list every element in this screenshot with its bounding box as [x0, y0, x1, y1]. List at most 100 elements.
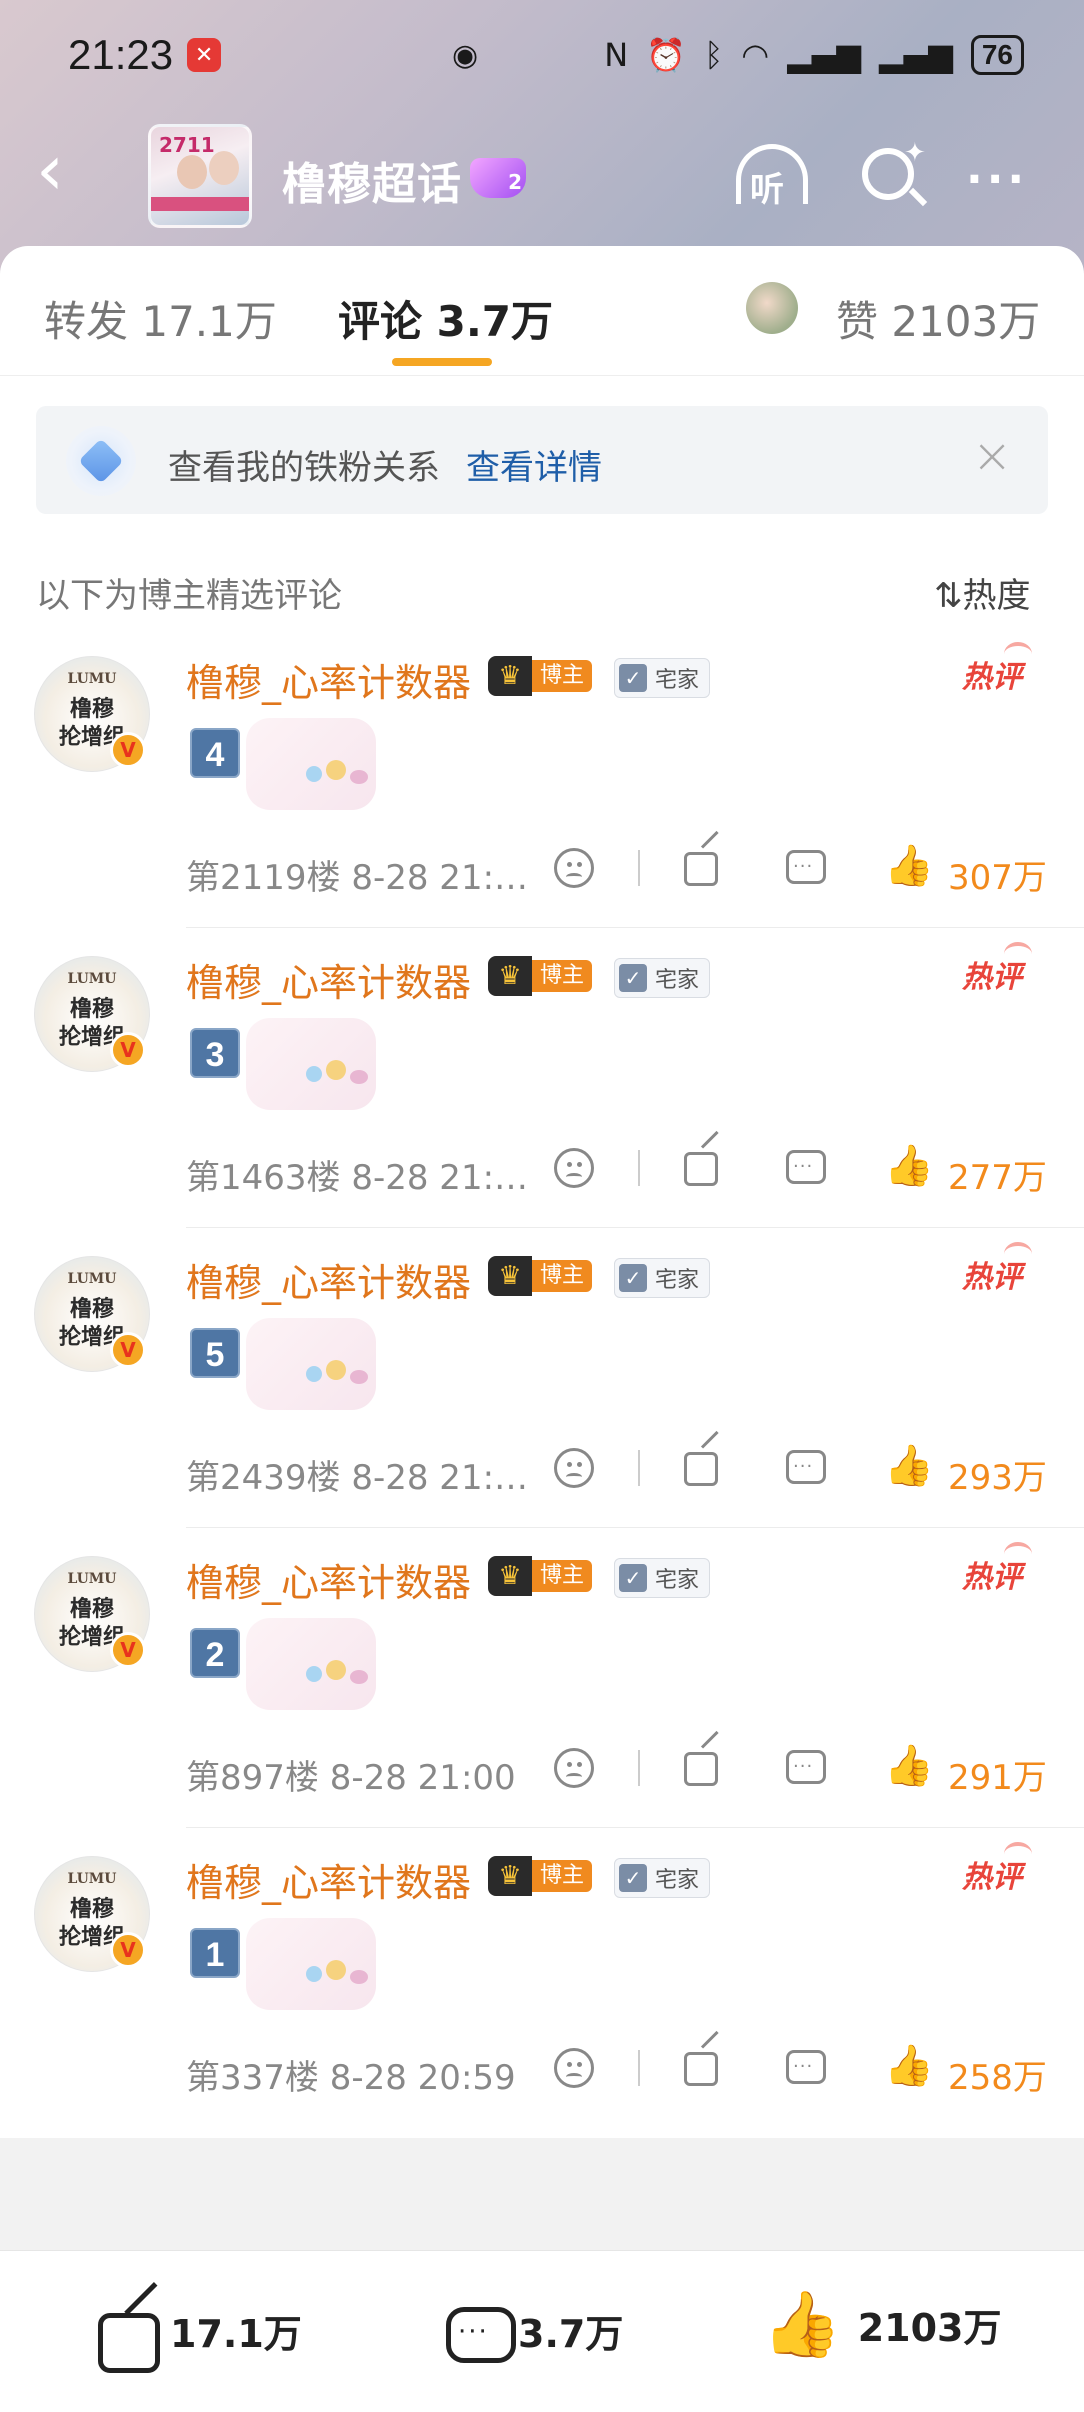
share-arrow	[700, 830, 719, 849]
sticker-image	[246, 1618, 376, 1710]
like-count[interactable]: 307万	[948, 850, 1047, 899]
like-icon[interactable]: 👍	[884, 1442, 934, 1489]
topic-thumbnail[interactable]: 2711	[148, 124, 252, 228]
thumb-band	[151, 197, 249, 211]
diamond-shape	[78, 438, 124, 484]
share-box	[684, 1452, 718, 1486]
sort-label: 热度	[962, 576, 1031, 616]
face-mouth	[566, 1773, 582, 1781]
comment-meta: 第2119楼 8-28 21:…	[186, 858, 529, 898]
topic-title[interactable]: 橹穆超话	[282, 148, 462, 212]
fan-relation-banner[interactable]: 查看我的铁粉关系 查看详情 ×	[36, 406, 1048, 514]
comment-item: LUMU 橹穆 抡增组 V 橹穆_心率计数器 ♛ 博主 ✓ 宅家 热评 3 第146…	[0, 928, 1084, 1228]
tab-comments[interactable]: 评论 3.7万	[338, 288, 553, 349]
author-badge-label: 博主	[532, 960, 593, 992]
like-count[interactable]: 277万	[948, 1150, 1047, 1199]
like-count[interactable]: 291万	[948, 1750, 1047, 1799]
share-icon[interactable]	[684, 1730, 724, 1786]
face-eye	[567, 862, 572, 867]
username[interactable]: 橹穆_心率计数器	[186, 952, 471, 1007]
divider	[638, 1450, 640, 1486]
like-count[interactable]: 258万	[948, 2050, 1047, 2099]
reply-icon[interactable]: ···	[786, 2050, 826, 2084]
author-badge: ♛ 博主	[488, 1556, 593, 1596]
close-icon[interactable]: ×	[972, 428, 1012, 484]
username[interactable]: 橹穆_心率计数器	[186, 1252, 471, 1307]
dislike-face-icon[interactable]	[554, 848, 594, 888]
bottom-comment-button[interactable]: ··· 3.7万	[446, 2303, 624, 2363]
hot-comment-badge: 热评	[962, 942, 1032, 996]
face-eye	[567, 1162, 572, 1167]
top-bar: ‹ 2711 橹穆超话 2 听 ✦ ···	[0, 120, 1084, 230]
verified-icon: V	[110, 1932, 146, 1968]
comment-count: 3.7万	[518, 2312, 624, 2356]
bottom-repost-button[interactable]: 17.1万	[98, 2282, 302, 2373]
sticker-image	[246, 718, 376, 810]
like-total: 2103万	[857, 2306, 1002, 2350]
fan-banner-text: 查看我的铁粉关系	[168, 448, 440, 488]
author-badge-label: 博主	[532, 1560, 593, 1592]
username[interactable]: 橹穆_心率计数器	[186, 652, 471, 707]
back-arrow-icon[interactable]: ‹	[36, 135, 96, 205]
like-icon[interactable]: 👍	[884, 1742, 934, 1789]
repost-arrow	[124, 2282, 158, 2316]
reply-dots: ···	[793, 856, 814, 877]
comment-item: LUMU 橹穆 抡增组 V 橹穆_心率计数器 ♛ 博主 ✓ 宅家 热评 5 第243…	[0, 1228, 1084, 1528]
share-arrow	[700, 1730, 719, 1749]
like-count[interactable]: 293万	[948, 1450, 1047, 1499]
reply-icon[interactable]: ···	[786, 850, 826, 884]
reply-icon[interactable]: ···	[786, 1450, 826, 1484]
dislike-face-icon[interactable]	[554, 1748, 594, 1788]
tab-repost[interactable]: 转发 17.1万	[44, 288, 277, 349]
face-eye	[577, 1162, 582, 1167]
sticker-dot	[306, 766, 322, 782]
avatar-text-top: LUMU	[67, 971, 117, 987]
username[interactable]: 橹穆_心率计数器	[186, 1552, 471, 1607]
home-badge: ✓ 宅家	[614, 658, 711, 698]
avatar-text-top: LUMU	[67, 1571, 117, 1587]
tab-likes[interactable]: 赞 2103万	[836, 288, 1040, 349]
repost-count: 17.1万	[170, 2312, 302, 2356]
bottom-like-button[interactable]: 👍 2103万	[762, 2287, 1001, 2362]
dislike-face-icon[interactable]	[554, 1448, 594, 1488]
sticker-dot	[306, 1366, 322, 1382]
fan-banner-link[interactable]: 查看详情	[466, 440, 602, 489]
like-icon[interactable]: 👍	[884, 1142, 934, 1189]
reply-icon[interactable]: ···	[786, 1150, 826, 1184]
share-icon[interactable]	[684, 2030, 724, 2086]
face-eye	[567, 1462, 572, 1467]
share-arrow	[700, 2030, 719, 2049]
sticker-image	[246, 1018, 376, 1110]
home-badge: ✓ 宅家	[614, 1558, 711, 1598]
reply-icon[interactable]: ···	[786, 1750, 826, 1784]
like-icon[interactable]: 👍	[884, 842, 934, 889]
sort-button[interactable]: ⇅热度	[934, 568, 1031, 617]
dislike-face-icon[interactable]	[554, 2048, 594, 2088]
face-eye	[577, 862, 582, 867]
crown-icon: ♛	[488, 656, 532, 696]
battery-icon: 76	[970, 35, 1024, 75]
tab-bar: 转发 17.1万 评论 3.7万 赞 2103万	[0, 246, 1084, 376]
dislike-face-icon[interactable]	[554, 1148, 594, 1188]
share-icon[interactable]	[684, 1430, 724, 1486]
share-icon[interactable]	[684, 1130, 724, 1186]
face-mouth	[566, 2073, 582, 2081]
comment-meta: 第1463楼 8-28 21:…	[186, 1158, 529, 1198]
comment-dots: ···	[458, 2317, 489, 2347]
author-badge-label: 博主	[532, 660, 593, 692]
diamond-level-badge: 2	[470, 158, 526, 198]
more-icon[interactable]: ···	[966, 154, 1028, 205]
sticker-image	[246, 1318, 376, 1410]
listen-button[interactable]: 听	[730, 140, 814, 210]
home-badge-label: 宅家	[655, 1568, 700, 1593]
face-eye	[577, 2062, 582, 2067]
comment-icon: ···	[446, 2303, 516, 2373]
ai-search-icon[interactable]: ✦	[858, 138, 928, 214]
share-icon[interactable]	[684, 830, 724, 886]
like-icon[interactable]: 👍	[884, 2042, 934, 2089]
sticker-dot	[350, 770, 368, 784]
comment-meta: 第337楼 8-28 20:59	[186, 2058, 516, 2098]
face-mouth	[566, 1473, 582, 1481]
number-emoji: 2	[190, 1628, 240, 1678]
username[interactable]: 橹穆_心率计数器	[186, 1852, 471, 1907]
